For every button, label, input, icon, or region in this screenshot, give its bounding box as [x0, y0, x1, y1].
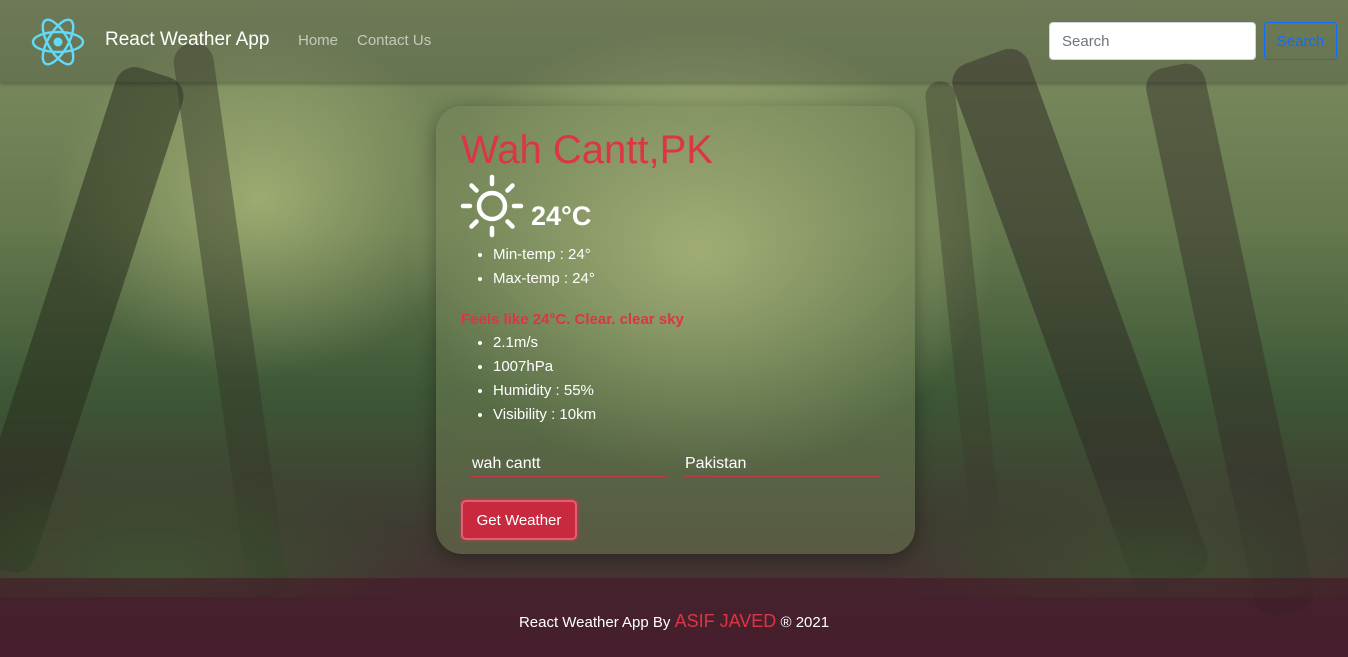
sun-icon [460, 174, 524, 238]
react-logo-icon[interactable] [30, 14, 86, 70]
min-temp: Min-temp : 24° [493, 243, 595, 267]
footer-prefix: React Weather App By [518, 614, 671, 631]
pressure: 1007hPa [493, 355, 596, 379]
nav-link-contact[interactable]: Contact Us [357, 32, 431, 49]
visibility: Visibility : 10km [493, 403, 596, 427]
footer: React Weather App By ASIF JAVED ® 2021 [0, 578, 1348, 657]
footer-copyright: ® 2021 [780, 614, 830, 631]
wind-speed: 2.1m/s [493, 331, 596, 355]
weather-details-list: 2.1m/s 1007hPa Humidity : 55% Visibility… [493, 331, 596, 427]
city-title: Wah Cantt,PK [461, 128, 713, 172]
city-input[interactable] [470, 451, 667, 477]
search-input[interactable] [1049, 22, 1256, 60]
navbar: React Weather App Home Contact Us Search [0, 0, 1348, 82]
footer-author: ASIF JAVED [674, 611, 777, 631]
footer-text: React Weather App By ASIF JAVED ® 2021 [0, 611, 1348, 632]
search-button[interactable]: Search [1264, 22, 1337, 60]
feels-like-text: Feels like 24°C. Clear. clear sky [461, 311, 684, 328]
country-input[interactable] [683, 451, 880, 477]
brand-title[interactable]: React Weather App [105, 29, 269, 51]
temperature-range-list: Min-temp : 24° Max-temp : 24° [493, 243, 595, 291]
max-temp: Max-temp : 24° [493, 267, 595, 291]
humidity: Humidity : 55% [493, 379, 596, 403]
get-weather-button[interactable]: Get Weather [461, 500, 577, 540]
temperature-value: 24°C [531, 201, 592, 231]
nav-link-home[interactable]: Home [298, 32, 338, 49]
weather-card: Wah Cantt,PK 24°C Min-temp : 24° Max-tem… [436, 106, 915, 554]
